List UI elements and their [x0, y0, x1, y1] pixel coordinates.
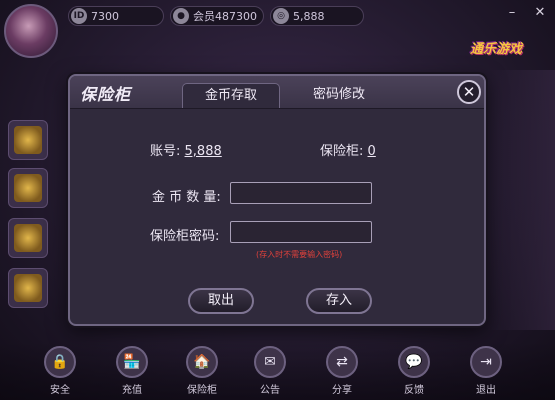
game-tile-icon: [14, 126, 42, 154]
bottom-item-label: 公告: [260, 385, 280, 396]
safe-row: 保险柜: 0: [320, 140, 376, 159]
deposit-button[interactable]: 存入: [306, 288, 372, 314]
bottom-item-label: 反馈: [404, 385, 424, 396]
shop-icon: 🏪: [116, 346, 148, 378]
amount-label: 金 币 数 量:: [152, 190, 221, 205]
close-icon[interactable]: ✕: [457, 80, 481, 104]
share-icon: ⇄: [326, 346, 358, 378]
member-value: 会员487300: [193, 10, 257, 23]
coins-pill: ◎ 5,888: [270, 6, 364, 26]
game-tile-icon: [14, 274, 42, 302]
account-label: 账号:: [150, 144, 181, 159]
mail-icon: ✉: [254, 346, 286, 378]
side-game-tile[interactable]: [8, 268, 48, 308]
bottom-item-label: 充值: [122, 385, 142, 396]
user-id-value: 7300: [91, 9, 119, 23]
password-label: 保险柜密码:: [150, 229, 220, 244]
bottom-item-share[interactable]: ⇄ 分享: [320, 346, 364, 396]
user-id-pill: ID 7300: [68, 6, 164, 26]
user-icon: ●: [173, 8, 189, 24]
coin-amount-input[interactable]: [230, 182, 372, 204]
bottom-item-exit[interactable]: ⇥ 退出: [464, 346, 508, 396]
tab-change-password[interactable]: 密码修改: [290, 83, 388, 108]
dialog-title: 保险柜: [80, 85, 132, 104]
account-value: 5,888: [184, 144, 222, 159]
background-decoration: [486, 70, 555, 330]
bottom-item-label: 分享: [332, 385, 352, 396]
lock-icon: 🔒: [44, 346, 76, 378]
bottom-item-label: 保险柜: [187, 385, 217, 396]
game-tile-icon: [14, 224, 42, 252]
minimize-button[interactable]: –: [505, 6, 519, 20]
coins-value: 5,888: [293, 9, 325, 23]
tab-deposit-withdraw[interactable]: 金币存取: [182, 83, 280, 108]
side-game-tile[interactable]: [8, 168, 48, 208]
password-hint: (存入时不需要输入密码): [256, 250, 343, 259]
bottom-item-label: 安全: [50, 385, 70, 396]
safe-balance-value: 0: [367, 144, 376, 159]
top-bar: ID 7300 ● 会员487300 ◎ 5,888 – ✕: [0, 0, 555, 58]
side-game-tile[interactable]: [8, 218, 48, 258]
safe-icon: 🏠: [186, 346, 218, 378]
side-game-tile[interactable]: [8, 120, 48, 160]
bottom-item-safe[interactable]: 🏠 保险柜: [180, 346, 224, 396]
coin-icon: ◎: [273, 8, 289, 24]
account-row: 账号: 5,888: [150, 140, 222, 159]
id-icon: ID: [71, 8, 87, 24]
dialog-header: 保险柜 金币存取 密码修改 ✕: [70, 76, 484, 109]
game-tile-icon: [14, 174, 42, 202]
bottom-item-recharge[interactable]: 🏪 充值: [110, 346, 154, 396]
safe-dialog: 保险柜 金币存取 密码修改 ✕ 账号: 5,888 保险柜: 0 金 币 数 量…: [68, 74, 486, 326]
bottom-item-notice[interactable]: ✉ 公告: [248, 346, 292, 396]
safe-balance-label: 保险柜:: [320, 144, 364, 159]
game-logo: 通乐游戏: [470, 42, 523, 57]
avatar[interactable]: [4, 4, 58, 58]
member-pill: ● 会员487300: [170, 6, 264, 26]
safe-password-input[interactable]: [230, 221, 372, 243]
chat-icon: 💬: [398, 346, 430, 378]
bottom-item-label: 退出: [476, 385, 496, 396]
bottom-item-security[interactable]: 🔒 安全: [38, 346, 82, 396]
bottom-item-feedback[interactable]: 💬 反馈: [392, 346, 436, 396]
exit-icon: ⇥: [470, 346, 502, 378]
window-close-button[interactable]: ✕: [533, 6, 547, 20]
withdraw-button[interactable]: 取出: [188, 288, 254, 314]
